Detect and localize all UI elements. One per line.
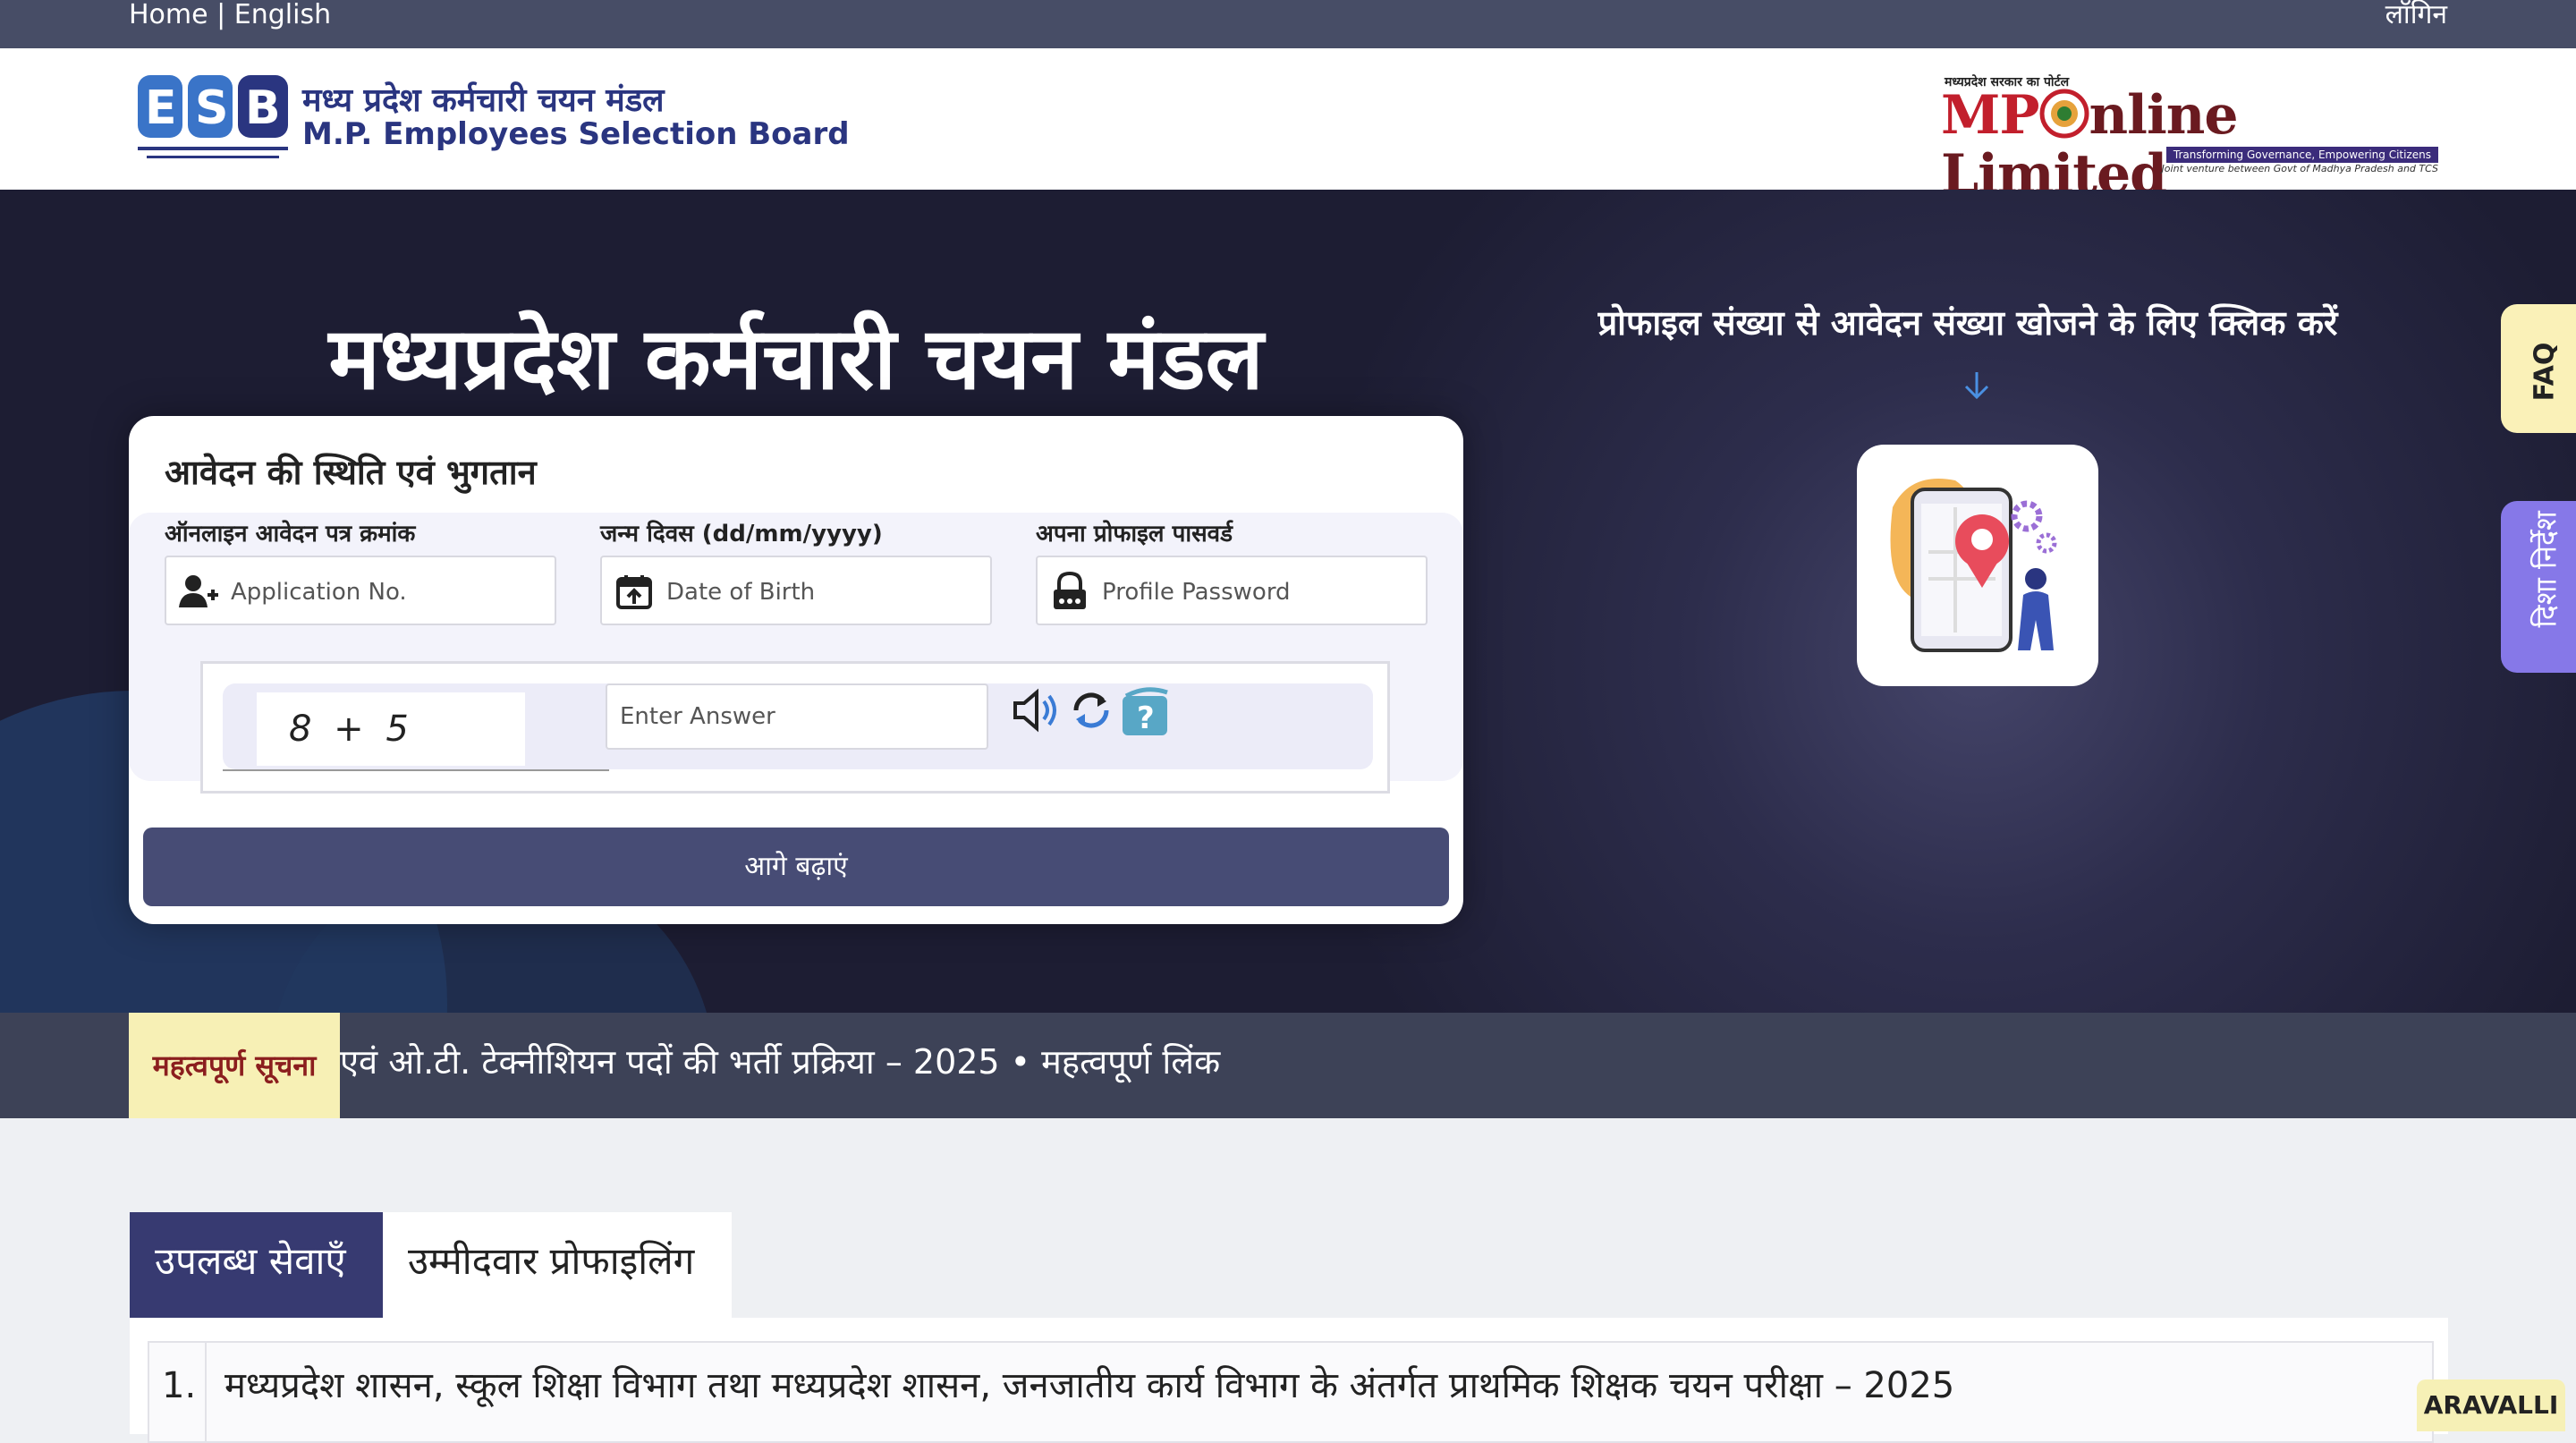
svg-text:E: E [145,81,177,135]
add-user-icon [179,575,218,607]
form-heading: आवेदन की स्थिति एवं भुगतान [165,453,537,492]
application-number-input[interactable] [229,570,546,615]
notice-label: महत्वपूर्ण सूचना [129,1013,340,1118]
list-item-number: 1. [162,1343,207,1441]
dob-field[interactable] [600,556,992,625]
audio-captcha-icon[interactable] [1012,683,1062,737]
notice-ticker: महत्वपूर्ण सूचना एवं ओ.टी. टेक्नीशियन पद… [0,1013,2576,1118]
hero-title: मध्यप्रदेश कर्मचारी चयन मंडल [328,309,1264,409]
captcha-box: 8 + 5 ? [200,661,1390,794]
dob-label: जन्म दिवस (dd/mm/yyyy) [600,521,883,547]
login-link[interactable]: लॉगिन [2385,0,2447,30]
svg-text:S: S [195,81,228,135]
application-number-field[interactable] [165,556,556,625]
refresh-captcha-icon[interactable] [1067,683,1115,737]
mponline-emblem-icon [2039,89,2089,139]
help-captcha-icon[interactable]: ? [1119,683,1174,737]
list-item-text[interactable]: मध्यप्रदेश शासन, स्कूल शिक्षा विभाग तथा … [225,1343,1954,1429]
proceed-button[interactable]: आगे बढ़ाएं [143,828,1449,906]
captcha-answer-input[interactable] [607,685,987,748]
mponline-logo[interactable]: मध्यप्रदेश सरकार का पोर्टल MP nline Limit… [1941,73,2442,204]
captcha-answer-field[interactable] [606,683,988,750]
mponline-slogan: Transforming Governance, Empowering Citi… [2165,147,2438,163]
profile-search-button[interactable] [1857,445,2098,686]
separator: | [216,0,226,30]
mponline-mp: MP [1941,84,2040,147]
tab-available-services[interactable]: उपलब्ध सेवाएँ [130,1212,383,1318]
tab-candidate-profiling[interactable]: उम्मीदवार प्रोफाइलिंग [383,1212,732,1318]
dob-input[interactable] [665,570,981,615]
captcha-image: 8 + 5 [257,692,525,766]
guidelines-label: दिशा निर्देश [2529,511,2563,628]
aravalli-badge: ARAVALLI [2417,1379,2565,1431]
mponline-name: MP nline Limited [1941,86,2442,204]
calendar-icon [616,575,652,609]
faq-label: FAQ [2529,342,2561,402]
top-links: Home | English [129,0,331,30]
top-bar: Home | English लॉगिन [0,0,2576,48]
application-status-form: आवेदन की स्थिति एवं भुगतान ऑनलाइन आवेदन … [129,416,1463,924]
services-list: 1. मध्यप्रदेश शासन, स्कूल शिक्षा विभाग त… [130,1318,2448,1443]
password-field[interactable] [1036,556,1428,625]
esb-logo[interactable]: E S B [134,70,295,166]
captcha-underline [223,769,609,771]
application-number-label: ऑनलाइन आवेदन पत्र क्रमांक [165,521,416,547]
profile-search-illustration-icon [1890,479,2057,652]
esb-name-hindi: मध्य प्रदेश कर्मचारी चयन मंडल [302,81,665,119]
faq-tab[interactable]: FAQ [2501,304,2576,433]
list-item[interactable]: 1. मध्यप्रदेश शासन, स्कूल शिक्षा विभाग त… [148,1341,2434,1443]
arrow-down-icon [1961,369,1993,410]
mponline-jv-note: Joint venture between Govt of Madhya Pra… [2161,163,2438,174]
esb-name-english: M.P. Employees Selection Board [302,116,850,152]
language-link[interactable]: English [234,0,331,30]
home-link[interactable]: Home [129,0,208,30]
site-header: E S B मध्य प्रदेश कर्मचारी चयन मंडल M.P.… [0,48,2576,204]
password-input[interactable] [1100,570,1417,615]
profile-search-hint[interactable]: प्रोफाइल संख्या से आवेदन संख्या खोजने के… [1521,299,2415,345]
notice-text[interactable]: एवं ओ.टी. टेक्नीशियन पदों की भर्ती प्रक्… [340,1013,1220,1111]
lock-icon [1054,572,1086,609]
svg-text:B: B [245,81,281,135]
guidelines-tab[interactable]: दिशा निर्देश [2501,501,2576,673]
password-label: अपना प्रोफाइल पासवर्ड [1036,521,1233,547]
svg-text:?: ? [1137,700,1155,736]
